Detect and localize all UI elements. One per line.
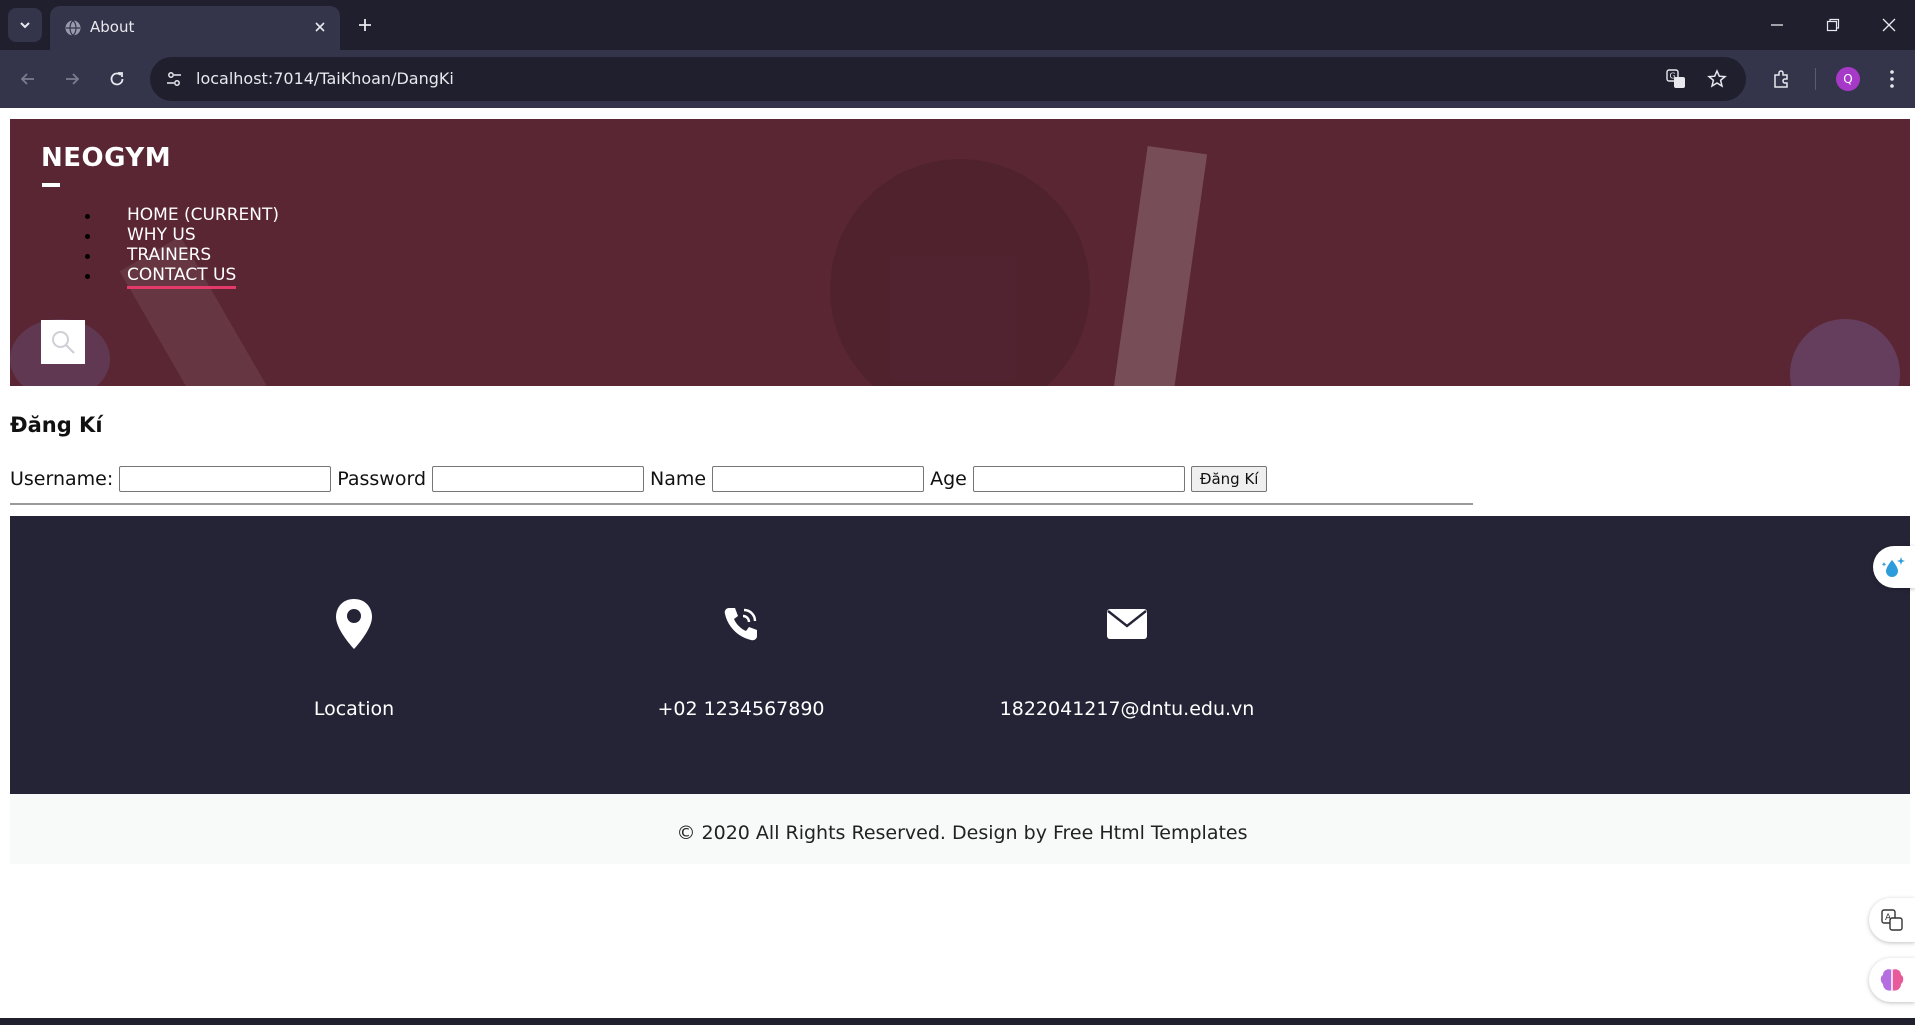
copyright-text: © 2020 All Rights Reserved. Design by Fr… [676, 822, 1248, 844]
register-title: Đăng Kí [10, 413, 103, 437]
puzzle-icon [1774, 70, 1788, 88]
close-icon [315, 22, 325, 32]
reload-icon [110, 72, 124, 86]
page-viewport: NEOGYM HOME (CURRENT) WHY US TRAINERS CO… [0, 108, 1915, 1018]
name-input[interactable] [712, 466, 925, 492]
browser-tab-active[interactable]: About [50, 6, 340, 50]
nav-item-why-us: WHY US [41, 225, 279, 245]
profile-avatar[interactable]: Q [1836, 67, 1860, 91]
svg-text:A: A [1885, 913, 1892, 923]
search-button[interactable] [41, 320, 85, 364]
contact-info-section: Location +02 1234567890 1822041217@dntu.… [10, 516, 1910, 794]
extensions-button[interactable] [1765, 63, 1797, 95]
window-bottom-edge [0, 1018, 1915, 1025]
kebab-menu-icon [1890, 70, 1894, 88]
hero-background-shape [1790, 319, 1900, 386]
site-info-button[interactable] [160, 65, 188, 93]
site-logo[interactable]: NEOGYM [41, 143, 171, 173]
tune-icon [167, 72, 181, 86]
footer: © 2020 All Rights Reserved. Design by Fr… [10, 794, 1910, 864]
url-text[interactable]: localhost:7014/TaiKhoan/DangKi [196, 69, 454, 88]
restore-button[interactable] [1818, 10, 1848, 40]
sparkle-drop-icon [1881, 557, 1905, 577]
forward-button[interactable] [56, 63, 88, 95]
translate-icon: G [1666, 69, 1685, 88]
nav-link-home[interactable]: HOME (CURRENT) [127, 205, 279, 225]
hero-background-shape [1112, 146, 1208, 386]
main-nav: HOME (CURRENT) WHY US TRAINERS CONTACT U… [41, 205, 279, 289]
nav-item-trainers: TRAINERS [41, 245, 279, 265]
close-window-button[interactable] [1874, 10, 1904, 40]
restore-icon [1826, 18, 1840, 32]
email-text: 1822041217@dntu.edu.vn [999, 698, 1255, 720]
tab-close-button[interactable] [310, 17, 330, 37]
menu-button[interactable] [1876, 63, 1908, 95]
nav-link-contact[interactable]: CONTACT US [127, 265, 237, 289]
floating-ai-button[interactable] [1869, 958, 1915, 1002]
hero-header: NEOGYM HOME (CURRENT) WHY US TRAINERS CO… [10, 119, 1910, 386]
nav-item-home: HOME (CURRENT) [41, 205, 279, 225]
location-text: Location [313, 698, 395, 720]
nav-link-why-us[interactable]: WHY US [127, 225, 196, 245]
list-bullet [85, 274, 90, 279]
list-bullet [85, 254, 90, 259]
hero-background-shape [830, 159, 1090, 386]
close-icon [1882, 18, 1896, 32]
floating-assistant-button[interactable] [1873, 546, 1915, 588]
minimize-icon [1771, 24, 1783, 26]
chevron-down-icon [20, 22, 30, 29]
new-tab-button[interactable] [352, 12, 378, 38]
age-label: Age [930, 468, 967, 490]
svg-text:G: G [1670, 72, 1676, 81]
phone-icon [591, 596, 891, 652]
star-icon [1707, 69, 1727, 88]
nav-link-trainers[interactable]: TRAINERS [127, 245, 211, 265]
nav-item-contact: CONTACT US [41, 265, 279, 289]
phone-text: +02 1234567890 [657, 698, 825, 720]
username-input[interactable] [119, 466, 332, 492]
list-bullet [85, 214, 90, 219]
form-divider [10, 503, 1473, 505]
age-input[interactable] [972, 466, 1185, 492]
register-form: Username: Password Name Age Đăng Kí [10, 466, 1268, 492]
tab-title: About [90, 18, 135, 36]
search-icon [52, 331, 75, 354]
globe-icon [65, 20, 81, 36]
arrow-left-icon [20, 73, 34, 85]
back-button[interactable] [12, 63, 44, 95]
name-label: Name [650, 468, 707, 490]
register-submit-button[interactable]: Đăng Kí [1190, 466, 1268, 492]
reload-button[interactable] [101, 63, 133, 95]
arrow-right-icon [66, 73, 80, 85]
list-bullet [85, 234, 90, 239]
password-label: Password [337, 468, 427, 490]
browser-tabstrip: About [0, 0, 1915, 50]
browser-toolbar: localhost:7014/TaiKhoan/DangKi G [0, 50, 1915, 108]
envelope-icon [977, 596, 1277, 652]
address-bar[interactable]: localhost:7014/TaiKhoan/DangKi G [150, 57, 1746, 101]
tab-search-button[interactable] [8, 8, 42, 42]
plus-icon [359, 19, 371, 31]
translate-icon: A [1881, 909, 1903, 931]
password-input[interactable] [432, 466, 645, 492]
username-label: Username: [10, 468, 114, 490]
translate-button[interactable]: G [1664, 67, 1688, 91]
brand-underline [42, 183, 60, 187]
brain-icon [1880, 969, 1904, 991]
minimize-button[interactable] [1762, 10, 1792, 40]
bookmark-button[interactable] [1705, 67, 1729, 91]
toolbar-divider [1815, 68, 1816, 90]
floating-translate-button[interactable]: A [1869, 898, 1915, 942]
map-pin-icon [204, 596, 504, 652]
